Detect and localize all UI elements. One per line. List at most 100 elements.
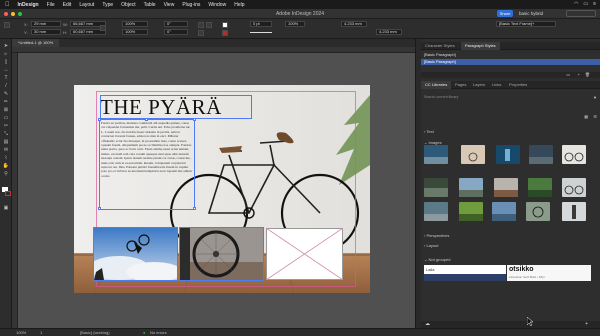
pen-tool-icon[interactable]: ✎	[2, 91, 10, 97]
library-card-text-2[interactable]: otsikko Liberation Serif Bold • 18pt	[507, 265, 591, 281]
wifi-icon[interactable]: ◠	[574, 1, 578, 7]
section-perspectives[interactable]: › Perspectives	[424, 233, 449, 238]
add-content-icon[interactable]: +	[585, 321, 588, 327]
menu-plugins[interactable]: Plug-ins	[182, 2, 200, 8]
list-view-icon[interactable]: ☰	[593, 114, 597, 119]
menu-view[interactable]: View	[164, 2, 175, 8]
type-tool-icon[interactable]: T	[2, 75, 10, 81]
tab-links[interactable]: Links	[488, 81, 505, 89]
hand-tool-icon[interactable]: ✋	[2, 163, 10, 169]
eyedropper-tool-icon[interactable]: ⌇	[2, 155, 10, 161]
apple-icon[interactable]: 	[5, 2, 10, 8]
gradient-tool-icon[interactable]: ▤	[2, 139, 10, 145]
zoom-level[interactable]: 100%	[16, 330, 26, 335]
library-thumb-7[interactable]	[459, 178, 483, 197]
battery-icon[interactable]: ▭	[583, 1, 588, 7]
document-tab[interactable]: *Untitled-1 @ 100%	[12, 39, 60, 47]
rectangle-frame-tool-icon[interactable]: ⊠	[2, 107, 10, 113]
scissors-tool-icon[interactable]: ✂	[2, 123, 10, 129]
library-search[interactable]: Search current library	[424, 95, 584, 101]
library-thumb-10[interactable]	[562, 178, 586, 197]
grid-view-icon[interactable]: ▦	[584, 114, 588, 119]
library-thumb-13[interactable]	[492, 202, 516, 221]
library-thumb-8[interactable]	[494, 178, 518, 197]
library-thumb-5[interactable]	[562, 145, 586, 164]
tab-properties[interactable]: Properties	[505, 81, 531, 89]
workspace-switcher[interactable]: basic hybrid	[519, 11, 543, 16]
library-thumb-3[interactable]	[496, 145, 520, 164]
flip-vertical-icon[interactable]	[198, 30, 204, 36]
library-thumb-14[interactable]	[526, 202, 550, 221]
preflight-status[interactable]: No errors	[150, 330, 167, 335]
library-thumb-2[interactable]	[461, 145, 485, 164]
flip-horizontal-icon[interactable]	[206, 22, 212, 28]
tab-character-styles[interactable]: Character Styles	[421, 42, 459, 50]
pencil-tool-icon[interactable]: ✏	[2, 99, 10, 105]
stroke-color-icon[interactable]	[5, 191, 11, 196]
stroke-swatch-icon[interactable]	[222, 30, 228, 36]
library-thumb-6[interactable]	[424, 178, 448, 197]
zoom-tool-icon[interactable]: ⚲	[2, 171, 10, 177]
delete-style-icon[interactable]: 🗑	[585, 72, 590, 77]
library-thumb-4[interactable]	[529, 145, 553, 164]
constrain-proportions-icon[interactable]	[100, 25, 106, 31]
line-tool-icon[interactable]: /	[2, 83, 10, 89]
menu-table[interactable]: Table	[144, 2, 156, 8]
wheel-frame-bounds[interactable]	[179, 227, 264, 281]
x-field[interactable]: 29 mm	[31, 21, 61, 27]
screen-mode-icon[interactable]: ▣	[2, 205, 10, 211]
menu-edit[interactable]: Edit	[63, 2, 72, 8]
section-layout[interactable]: › Layout	[424, 243, 438, 248]
offset-field-b[interactable]: 4,233 mm	[376, 29, 402, 35]
reference-point-icon[interactable]	[4, 22, 10, 28]
library-thumb-1[interactable]	[424, 145, 448, 164]
page-tool-icon[interactable]: ▯	[2, 59, 10, 65]
gap-tool-icon[interactable]: ↔	[2, 67, 10, 73]
tab-pages[interactable]: Pages	[451, 81, 470, 89]
empty-graphic-frame[interactable]	[266, 228, 343, 280]
library-thumb-9[interactable]	[528, 178, 552, 197]
cloud-icon[interactable]: ☁	[425, 321, 430, 327]
object-style-dropdown[interactable]: [Basic Text Frame]+	[496, 21, 556, 27]
rectangle-tool-icon[interactable]: ▭	[2, 115, 10, 121]
document-page[interactable]: THE PYÄRÄ Fuscia eu pscilias, malesua co…	[74, 85, 370, 293]
menu-type[interactable]: Type	[102, 2, 113, 8]
library-thumb-12[interactable]	[459, 202, 483, 221]
menu-window[interactable]: Window	[208, 2, 226, 8]
library-card-text-1[interactable]: Laila	[424, 265, 506, 281]
style-item-basic-paragraph[interactable]: [Basic Paragraph]	[421, 59, 600, 65]
menu-help[interactable]: Help	[234, 2, 244, 8]
tab-cc-libraries[interactable]: CC Libraries	[421, 81, 452, 89]
tab-layers[interactable]: Layers	[469, 81, 489, 89]
tab-paragraph-styles[interactable]: Paragraph Styles	[461, 42, 500, 50]
library-thumb-11[interactable]	[424, 202, 448, 221]
scale-x-field[interactable]: 100%	[122, 21, 148, 27]
preflight-profile[interactable]: [Basic] (working)	[80, 330, 110, 335]
control-center-icon[interactable]: ≡	[593, 1, 596, 7]
note-tool-icon[interactable]: ✉	[2, 147, 10, 153]
direct-selection-tool-icon[interactable]: ▹	[2, 51, 10, 57]
scale-y-field[interactable]: 100%	[122, 29, 148, 35]
menu-layout[interactable]: Layout	[79, 2, 94, 8]
filter-icon[interactable]: ▼	[593, 95, 597, 100]
section-colors[interactable]: › Text	[424, 129, 434, 134]
share-button[interactable]: Share	[497, 10, 513, 17]
new-style-group-icon[interactable]: ▭	[566, 72, 570, 77]
menu-object[interactable]: Object	[121, 2, 135, 8]
section-not-grouped[interactable]: ⌄ Not grouped	[424, 257, 450, 262]
y-field[interactable]: 30 mm	[31, 29, 61, 35]
library-thumb-15[interactable]	[562, 202, 586, 221]
menu-file[interactable]: File	[47, 2, 55, 8]
fill-swatch-icon[interactable]	[222, 22, 228, 28]
bmx-frame-bounds[interactable]	[93, 227, 178, 281]
menu-app-name[interactable]: InDesign	[18, 2, 39, 8]
rotate-field[interactable]: 0°	[164, 21, 188, 27]
stroke-type-preview[interactable]	[250, 32, 272, 33]
new-style-icon[interactable]: +	[578, 72, 580, 77]
rotate-cw-icon[interactable]	[198, 22, 204, 28]
opacity-field[interactable]: 100%	[285, 21, 305, 27]
page-number[interactable]: 1	[40, 330, 42, 335]
selection-tool-icon[interactable]: ➤	[2, 43, 10, 49]
offset-field-a[interactable]: 4,233 mm	[341, 21, 367, 27]
shear-field[interactable]: 0°	[164, 29, 188, 35]
